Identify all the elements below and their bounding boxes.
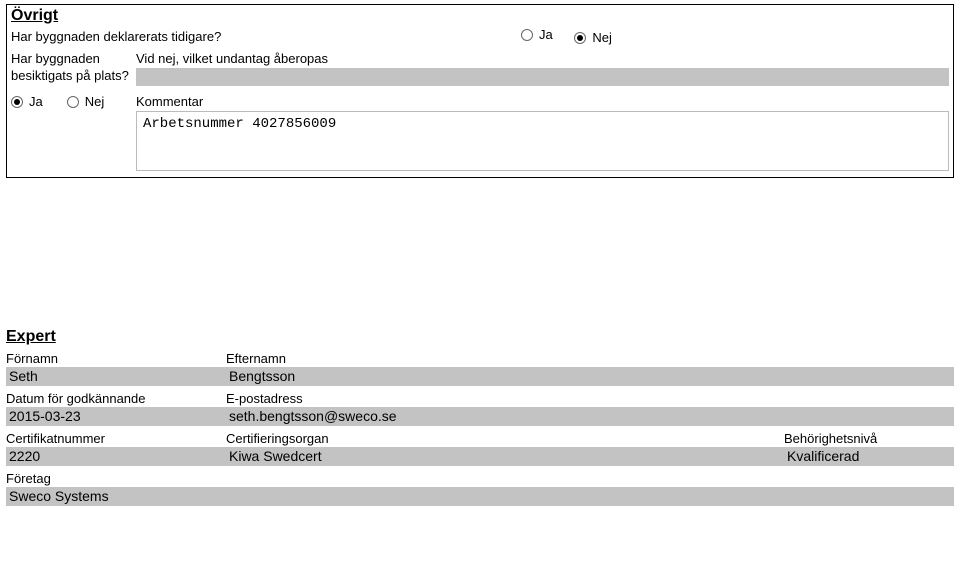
foretag-value[interactable]: Sweco Systems [6, 487, 954, 506]
misc-section-box: Övrigt Har byggnaden deklarerats tidigar… [6, 4, 954, 178]
niva-label: Behörighetsnivå [784, 430, 954, 447]
q2-field-label: Vid nej, vilket undantag åberopas [136, 51, 949, 66]
epost-value[interactable]: seth.bengtsson@sweco.se [226, 407, 954, 426]
fornamn-value[interactable]: Seth [6, 367, 226, 386]
cell-epost: E-postadress seth.bengtsson@sweco.se [226, 390, 954, 426]
q3-left: Ja Nej [11, 94, 136, 109]
cert-label: Certifikatnummer [6, 430, 226, 447]
radio-q1-nej[interactable] [574, 32, 586, 44]
misc-title: Övrigt [11, 7, 949, 25]
cert-value[interactable]: 2220 [6, 447, 226, 466]
datum-value[interactable]: 2015-03-23 [6, 407, 226, 426]
datum-label: Datum för godkännande [6, 390, 226, 407]
expert-title: Expert [6, 328, 954, 346]
q2-right: Vid nej, vilket undantag åberopas [136, 51, 949, 86]
niva-value[interactable]: Kvalificerad [784, 447, 954, 466]
radio-q1-ja-label: Ja [539, 27, 553, 42]
efternamn-value[interactable]: Bengtsson [226, 367, 954, 386]
q2-row: Har byggnaden besiktigats på plats? Vid … [11, 51, 949, 86]
efternamn-label: Efternamn [226, 350, 954, 367]
radio-q3-ja-label: Ja [29, 94, 43, 109]
expert-row-name: Förnamn Seth Efternamn Bengtsson [6, 350, 954, 386]
cell-fornamn: Förnamn Seth [6, 350, 226, 386]
cell-organ: Certifieringsorgan Kiwa Swedcert [226, 430, 784, 466]
cell-foretag: Företag Sweco Systems [6, 470, 954, 506]
radio-q3-nej-label: Nej [85, 94, 105, 109]
q1-radios: Ja Nej [521, 27, 630, 45]
foretag-label: Företag [6, 470, 954, 487]
expert-row-cert: Certifikatnummer 2220 Certifieringsorgan… [6, 430, 954, 466]
q3-right: Kommentar Arbetsnummer 4027856009 [136, 94, 949, 171]
radio-q1-nej-label: Nej [592, 30, 612, 45]
cell-cert: Certifikatnummer 2220 [6, 430, 226, 466]
expert-row-company: Företag Sweco Systems [6, 470, 954, 506]
cell-efternamn: Efternamn Bengtsson [226, 350, 954, 386]
fornamn-label: Förnamn [6, 350, 226, 367]
comment-label: Kommentar [136, 94, 949, 109]
radio-q1-ja[interactable] [521, 29, 533, 41]
cell-niva: Behörighetsnivå Kvalificerad [784, 430, 954, 466]
organ-label: Certifieringsorgan [226, 430, 784, 447]
q1-row: Har byggnaden deklarerats tidigare? Ja N… [11, 27, 949, 45]
q3-row: Ja Nej Kommentar Arbetsnummer 4027856009 [11, 94, 949, 171]
radio-q3-nej[interactable] [67, 96, 79, 108]
cell-datum: Datum för godkännande 2015-03-23 [6, 390, 226, 426]
expert-grid: Förnamn Seth Efternamn Bengtsson Datum f… [6, 350, 954, 506]
epost-label: E-postadress [226, 390, 954, 407]
radio-q3-ja[interactable] [11, 96, 23, 108]
q2-field-input[interactable] [136, 68, 949, 86]
expert-row-date: Datum för godkännande 2015-03-23 E-posta… [6, 390, 954, 426]
q1-text: Har byggnaden deklarerats tidigare? [11, 29, 521, 44]
comment-box[interactable]: Arbetsnummer 4027856009 [136, 111, 949, 171]
organ-value[interactable]: Kiwa Swedcert [226, 447, 784, 466]
q2-left-text: Har byggnaden besiktigats på plats? [11, 51, 136, 85]
